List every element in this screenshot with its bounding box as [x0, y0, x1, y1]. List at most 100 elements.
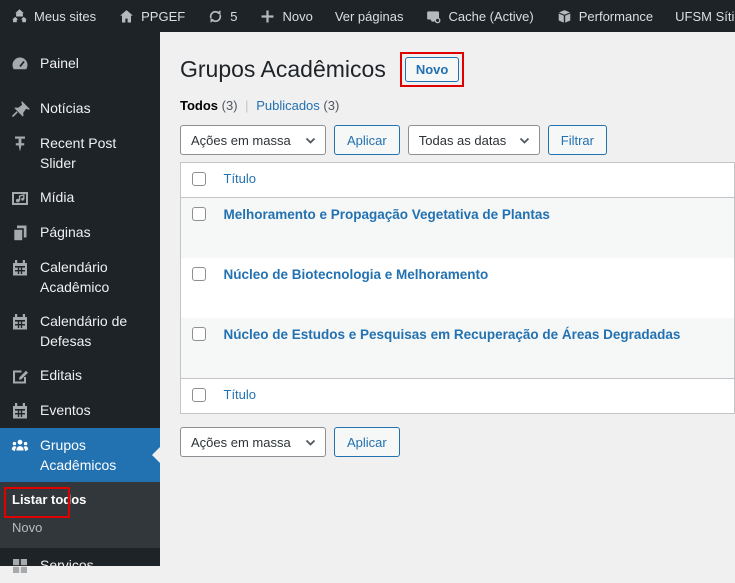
sidebar-item-recent-post-slider[interactable]: Recent Post Slider	[0, 126, 160, 180]
row-checkbox[interactable]	[192, 207, 206, 221]
row-title-link[interactable]: Núcleo de Estudos e Pesquisas em Recuper…	[224, 327, 681, 342]
column-title-header[interactable]: Título	[224, 171, 257, 186]
sidebar-item-editais[interactable]: Editais	[0, 358, 160, 393]
calendar-icon	[13, 260, 27, 276]
admin-bar-item-label: Ver páginas	[334, 8, 404, 24]
home-icon	[120, 9, 134, 22]
dashboard-icon	[12, 57, 28, 70]
bulk-actions-select-bottom[interactable]: Ações em massa	[180, 427, 326, 457]
pages-icon	[12, 225, 27, 242]
bulk-actions-selected-value: Ações em massa	[191, 132, 291, 148]
filter-all-link[interactable]: Todos	[180, 98, 218, 113]
tablenav-bottom: Ações em massa Aplicar	[180, 427, 735, 457]
table-row: Melhoramento e Propagação Vegetativa de …	[180, 197, 735, 258]
date-filter-selected-value: Todas as datas	[418, 132, 507, 148]
plus-icon	[262, 10, 274, 22]
sidebar-item-label: Eventos	[40, 402, 91, 418]
sidebar-item-label: Notícias	[40, 100, 91, 116]
admin-bar-item-label: 5	[230, 8, 238, 24]
sidebar-item-eventos[interactable]: Eventos	[0, 393, 160, 428]
sidebar-item-label: Páginas	[40, 224, 91, 240]
sidebar-item-calendario-academico[interactable]: Calendário Acadêmico	[0, 250, 160, 304]
page-title: Grupos Acadêmicos	[180, 56, 386, 82]
apply-button-bottom[interactable]: Aplicar	[334, 427, 400, 457]
bulk-actions-selected-value: Ações em massa	[191, 434, 291, 450]
sidebar: Painel Notícias Recent Post Slider Mídia…	[0, 32, 160, 573]
admin-bar-updates[interactable]: 5	[196, 0, 248, 32]
add-new-button[interactable]: Novo	[404, 57, 460, 82]
menu-separator	[0, 81, 160, 91]
select-all-checkbox-bottom[interactable]	[192, 388, 206, 402]
annotation-box-new-button: Novo	[399, 52, 465, 87]
submenu-item-novo[interactable]: Novo	[0, 514, 160, 542]
sidebar-item-grupos-academicos[interactable]: Grupos Acadêmicos	[0, 428, 160, 482]
sidebar-item-label: Mídia	[40, 189, 75, 205]
calendar-icon	[13, 403, 27, 419]
sidebar-item-label: Grupos Acadêmicos	[40, 437, 117, 473]
thumbtack-icon	[15, 136, 25, 152]
admin-bar-ufsm-sitios[interactable]: UFSM Sítios	[664, 0, 735, 32]
submenu-item-listar-todos[interactable]: Listar todos	[0, 486, 160, 514]
row-checkbox[interactable]	[192, 267, 206, 281]
table-footer-row: Título	[180, 378, 735, 414]
submenu-item-label: Novo	[12, 520, 43, 535]
performance-icon	[558, 9, 571, 23]
chevron-down-icon	[305, 439, 316, 446]
sidebar-item-paginas[interactable]: Páginas	[0, 215, 160, 250]
row-checkbox[interactable]	[192, 327, 206, 341]
column-title-footer[interactable]: Título	[224, 387, 257, 402]
view-filters: Todos (3) | Publicados (3)	[180, 98, 735, 113]
apply-button-top[interactable]: Aplicar	[334, 125, 400, 155]
table-header-row: Título	[180, 162, 735, 198]
sidebar-item-painel[interactable]: Painel	[0, 46, 160, 81]
table-row: Núcleo de Biotecnologia e Melhoramento	[181, 258, 735, 318]
submenu-item-label: Listar todos	[12, 492, 87, 507]
filter-button[interactable]: Filtrar	[547, 125, 607, 155]
admin-bar-cache[interactable]: Cache (Active)	[414, 0, 544, 32]
edit-icon	[13, 370, 28, 384]
row-title-link[interactable]: Melhoramento e Propagação Vegetativa de …	[224, 207, 550, 222]
grid-icon	[13, 559, 27, 573]
admin-bar-item-label: PPGEF	[141, 8, 186, 24]
cache-icon	[427, 10, 441, 23]
update-icon	[210, 9, 222, 23]
posts-table: Título Melhoramento e Propagação Vegetat…	[180, 162, 735, 414]
sidebar-item-label: Editais	[40, 367, 83, 383]
sidebar-item-noticias[interactable]: Notícias	[0, 91, 160, 126]
filter-published-count: (3)	[323, 98, 340, 113]
table-row: Núcleo de Estudos e Pesquisas em Recuper…	[180, 318, 735, 379]
chevron-down-icon	[519, 137, 529, 144]
media-icon	[12, 192, 28, 205]
admin-bar-site-name[interactable]: PPGEF	[107, 0, 196, 32]
groups-icon	[11, 439, 29, 452]
sidebar-item-label: Calendário Acadêmico	[40, 259, 110, 295]
admin-bar-view-pages[interactable]: Ver páginas	[324, 0, 415, 32]
bulk-actions-select[interactable]: Ações em massa	[180, 125, 326, 155]
sidebar-item-midia[interactable]: Mídia	[0, 180, 160, 215]
admin-bar-new[interactable]: Novo	[248, 0, 323, 32]
main-content: Grupos Acadêmicos Novo Todos (3) | Publi…	[160, 32, 735, 566]
sidebar-item-calendario-defesas[interactable]: Calendário de Defesas	[0, 304, 160, 358]
row-title-link[interactable]: Núcleo de Biotecnologia e Melhoramento	[224, 267, 489, 282]
filter-all-count: (3)	[221, 98, 238, 113]
admin-bar-item-label: UFSM Sítios	[675, 8, 735, 24]
select-all-checkbox[interactable]	[192, 172, 206, 186]
date-filter-select[interactable]: Todas as datas	[407, 125, 540, 155]
filter-published-link[interactable]: Publicados	[256, 98, 320, 113]
calendar-icon	[13, 314, 27, 330]
filter-separator: |	[245, 98, 249, 113]
admin-bar-item-label: Performance	[578, 8, 654, 24]
grupos-academicos-submenu: Listar todos Novo	[0, 482, 160, 548]
admin-bar-performance[interactable]: Performance	[545, 0, 664, 32]
pin-icon	[11, 101, 30, 118]
chevron-down-icon	[305, 137, 316, 144]
sidebar-item-label: Calendário de Defesas	[40, 313, 128, 349]
multisite-icon	[12, 8, 27, 22]
admin-bar-item-label: Novo	[282, 8, 313, 24]
tablenav-top: Ações em massa Aplicar Todas as datas Fi…	[180, 125, 735, 155]
admin-bar-item-label: Cache (Active)	[448, 8, 534, 24]
admin-bar-item-label: Meus sites	[34, 8, 97, 24]
admin-bar-my-sites[interactable]: Meus sites	[0, 0, 107, 32]
sidebar-item-label: Painel	[40, 55, 79, 71]
sidebar-item-label: Serviços	[40, 557, 94, 573]
